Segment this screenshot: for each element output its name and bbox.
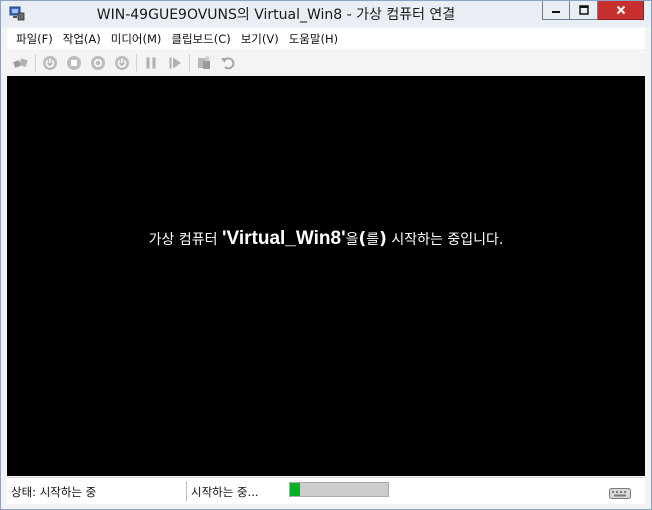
progress-fill	[290, 483, 300, 496]
vm-name: 'Virtual_Win8'	[221, 227, 346, 249]
menu-file[interactable]: 파일(F)	[11, 31, 58, 47]
minimize-icon	[552, 11, 560, 13]
menu-action[interactable]: 작업(A)	[58, 31, 106, 47]
ctrl-alt-del-icon	[13, 57, 28, 68]
status-bar: 상태: 시작하는 중 시작하는 중...	[7, 477, 645, 504]
pause-icon	[146, 57, 156, 68]
toolbar-separator	[35, 53, 36, 72]
close-button[interactable]	[598, 1, 644, 20]
message-paren-close: )	[379, 228, 387, 249]
shut-down-button[interactable]	[88, 53, 108, 73]
save-button[interactable]	[112, 53, 132, 73]
toolbar-separator	[189, 53, 190, 72]
progress-label: 시작하는 중...	[191, 485, 259, 499]
menu-help[interactable]: 도움말(H)	[284, 31, 343, 47]
close-icon	[616, 5, 625, 15]
vm-screen[interactable]: 가상 컴퓨터 'Virtual_Win8'을(를) 시작하는 중입니다.	[7, 76, 645, 476]
revert-button[interactable]	[218, 53, 238, 73]
snapshot-button[interactable]	[194, 53, 214, 73]
turn-off-button[interactable]	[64, 53, 84, 73]
menu-clipboard[interactable]: 클립보드(C)	[166, 31, 235, 47]
keyboard-icon	[609, 488, 631, 499]
window-title: WIN-49GUE9OVUNS의 Virtual_Win8 - 가상 컴퓨터 연…	[96, 7, 456, 23]
message-particle-a: 을	[345, 231, 359, 248]
toolbar	[7, 50, 645, 75]
menu-bar: 파일(F) 작업(A) 미디어(M) 클립보드(C) 보기(V) 도움말(H)	[7, 28, 645, 49]
message-particle-b: 를	[366, 231, 380, 248]
revert-icon	[221, 56, 235, 69]
message-suffix: 시작하는 중입니다.	[386, 231, 504, 248]
maximize-button[interactable]	[570, 1, 598, 20]
shut-down-icon	[91, 55, 105, 70]
maximize-icon	[578, 5, 589, 15]
reset-icon	[169, 57, 181, 68]
turn-off-icon	[67, 55, 81, 70]
reset-button[interactable]	[165, 53, 185, 73]
vm-connection-window: WIN-49GUE9OVUNS의 Virtual_Win8 - 가상 컴퓨터 연…	[0, 0, 652, 510]
save-icon	[115, 55, 129, 70]
start-icon	[43, 55, 57, 70]
minimize-button[interactable]	[542, 1, 570, 20]
vm-connect-app-icon	[9, 6, 25, 21]
toolbar-separator	[136, 53, 137, 72]
status-divider	[186, 481, 187, 501]
progress-bar	[289, 482, 389, 497]
snapshot-icon	[198, 56, 210, 69]
menu-view[interactable]: 보기(V)	[236, 31, 284, 47]
message-prefix: 가상 컴퓨터	[148, 231, 222, 248]
vm-startup-message: 가상 컴퓨터 'Virtual_Win8'을(를) 시작하는 중입니다.	[149, 228, 504, 250]
status-text: 상태: 시작하는 중	[11, 485, 97, 499]
title-bar[interactable]: WIN-49GUE9OVUNS의 Virtual_Win8 - 가상 컴퓨터 연…	[1, 1, 651, 27]
menu-media[interactable]: 미디어(M)	[106, 31, 167, 47]
pause-button[interactable]	[141, 53, 161, 73]
window-controls	[542, 1, 644, 21]
start-button[interactable]	[40, 53, 60, 73]
ctrl-alt-del-button[interactable]	[11, 53, 31, 73]
